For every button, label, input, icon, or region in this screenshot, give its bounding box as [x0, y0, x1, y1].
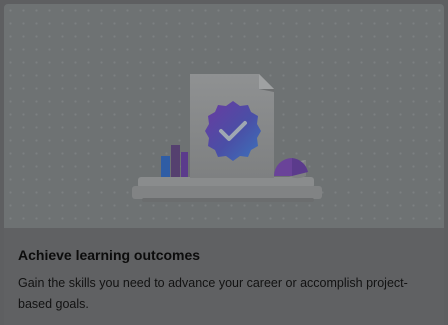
learning-outcome-card[interactable]: Achieve learning outcomes Gain the skill… [4, 4, 444, 325]
card-title: Achieve learning outcomes [18, 247, 201, 263]
shelf-platform [132, 177, 322, 202]
card-description: Gain the skills you need to advance your… [18, 276, 408, 311]
card-body: Achieve learning outcomes Gain the skill… [4, 228, 444, 325]
pie-chart-icon [274, 158, 308, 179]
bar-chart-icon [161, 145, 188, 177]
illustration-svg [132, 74, 322, 202]
hero-illustration [4, 4, 444, 228]
